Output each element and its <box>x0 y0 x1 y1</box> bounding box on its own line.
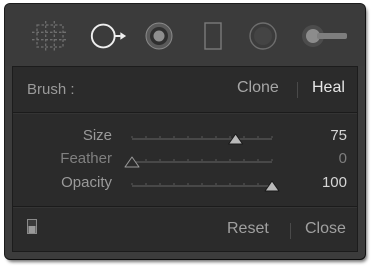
feather-value[interactable]: 0 <box>339 150 347 167</box>
opacity-value[interactable]: 100 <box>322 174 347 191</box>
spot-removal-tool[interactable] <box>88 16 128 56</box>
brush-mode-row: Brush : Clone Heal <box>13 67 357 112</box>
size-value[interactable]: 75 <box>330 127 347 144</box>
opacity-slider-row: Opacity 100 <box>13 173 357 195</box>
spot-removal-panel: Brush : Clone Heal Size 75 Feather 0 Opa… <box>12 66 358 252</box>
graduated-filter-icon <box>204 22 222 50</box>
feather-slider[interactable] <box>124 153 280 169</box>
opacity-label: Opacity <box>61 174 112 191</box>
brush-option-heal[interactable]: Heal <box>312 79 345 97</box>
reset-button[interactable]: Reset <box>227 220 269 238</box>
adjustment-brush-tool[interactable] <box>297 16 351 56</box>
size-label: Size <box>82 127 112 144</box>
feather-label: Feather <box>60 150 112 167</box>
graduated-filter-tool[interactable] <box>193 16 233 56</box>
tool-strip <box>5 4 365 66</box>
radial-filter-tool[interactable] <box>243 16 283 56</box>
brush-label: Brush : <box>27 81 75 98</box>
red-eye-tool[interactable] <box>139 16 179 56</box>
crop-grid-icon <box>32 21 68 51</box>
crop-overlay-tool[interactable] <box>30 16 70 56</box>
adjustment-brush-icon <box>302 25 347 47</box>
tool-toggle-switch[interactable] <box>27 219 37 234</box>
close-button[interactable]: Close <box>305 220 346 238</box>
footer-separator <box>290 223 291 239</box>
radial-filter-icon <box>249 22 277 50</box>
brush-option-separator <box>297 82 298 98</box>
opacity-slider[interactable] <box>124 177 280 193</box>
size-slider-row: Size 75 <box>13 126 357 148</box>
red-eye-icon <box>145 22 173 50</box>
brush-option-clone[interactable]: Clone <box>237 79 279 97</box>
spot-removal-icon <box>90 23 127 49</box>
panel-footer: Reset Close <box>13 207 357 253</box>
feather-slider-row: Feather 0 <box>13 149 357 171</box>
divider <box>13 112 357 113</box>
size-slider[interactable] <box>124 130 280 146</box>
spot-removal-tool-drawer: Brush : Clone Heal Size 75 Feather 0 Opa… <box>5 4 365 259</box>
